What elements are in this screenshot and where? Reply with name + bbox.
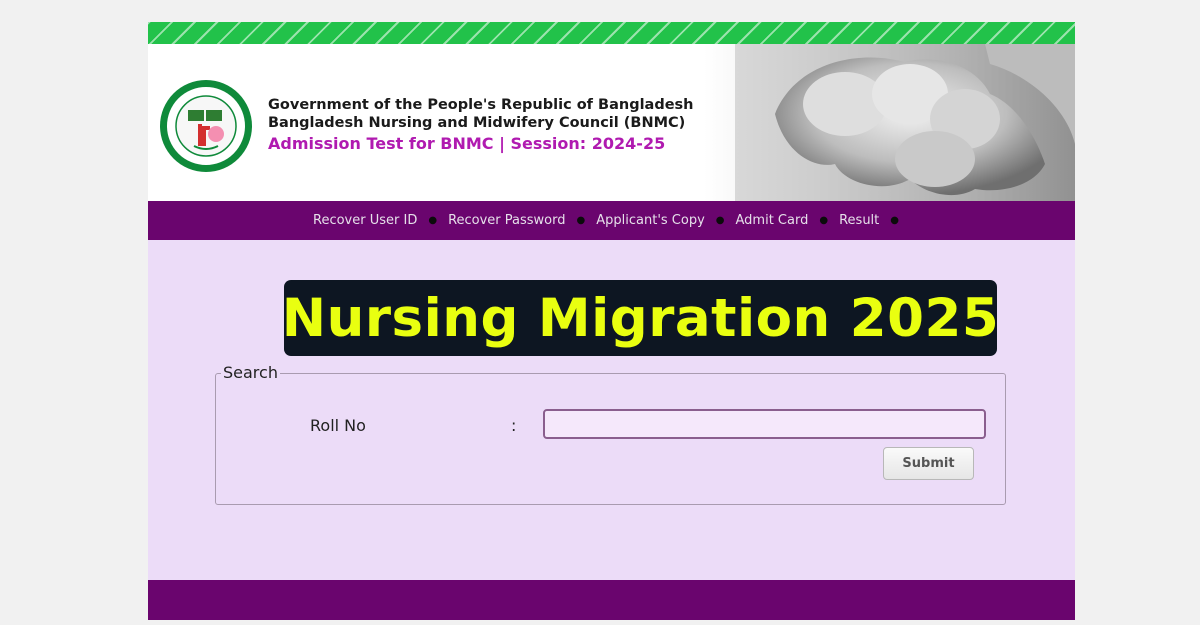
baby-hand-photo bbox=[735, 44, 1075, 201]
nav-separator-dot: ● bbox=[428, 214, 438, 226]
government-title: Government of the People's Republic of B… bbox=[268, 97, 694, 113]
admission-session-title: Admission Test for BNMC | Session: 2024-… bbox=[268, 134, 666, 153]
header-text-block: Government of the People's Republic of B… bbox=[268, 96, 694, 155]
nav-separator-dot: ● bbox=[576, 214, 586, 226]
main-nav: Recover User ID ● Recover Password ● App… bbox=[148, 201, 1075, 240]
submit-button[interactable]: Submit bbox=[883, 447, 974, 480]
nav-separator-dot: ● bbox=[819, 214, 829, 226]
nav-recover-password[interactable]: Recover Password bbox=[448, 213, 565, 228]
nursing-migration-banner: Nursing Migration 2025 bbox=[281, 280, 1000, 356]
roll-no-label: Roll No bbox=[310, 416, 366, 435]
page-container: Government of the People's Republic of B… bbox=[148, 22, 1075, 620]
banner-title: Nursing Migration 2025 bbox=[281, 287, 1000, 349]
bnmc-logo-icon bbox=[160, 80, 252, 172]
nav-result[interactable]: Result bbox=[839, 213, 879, 228]
footer-bar bbox=[148, 580, 1075, 620]
roll-no-colon: : bbox=[511, 416, 517, 435]
nav-admit-card[interactable]: Admit Card bbox=[736, 213, 809, 228]
nav-recover-user-id[interactable]: Recover User ID bbox=[313, 213, 417, 228]
nav-applicants-copy[interactable]: Applicant's Copy bbox=[596, 213, 705, 228]
nav-separator-dot: ● bbox=[890, 214, 899, 226]
nav-separator-dot: ● bbox=[715, 214, 725, 226]
council-title: Bangladesh Nursing and Midwifery Council… bbox=[268, 115, 686, 131]
roll-no-input[interactable] bbox=[543, 409, 986, 439]
site-header: Government of the People's Republic of B… bbox=[148, 44, 1075, 201]
search-legend: Search bbox=[221, 363, 280, 383]
search-fieldset: Search Roll No : Submit bbox=[215, 363, 1006, 505]
top-green-stripe bbox=[148, 22, 1075, 44]
